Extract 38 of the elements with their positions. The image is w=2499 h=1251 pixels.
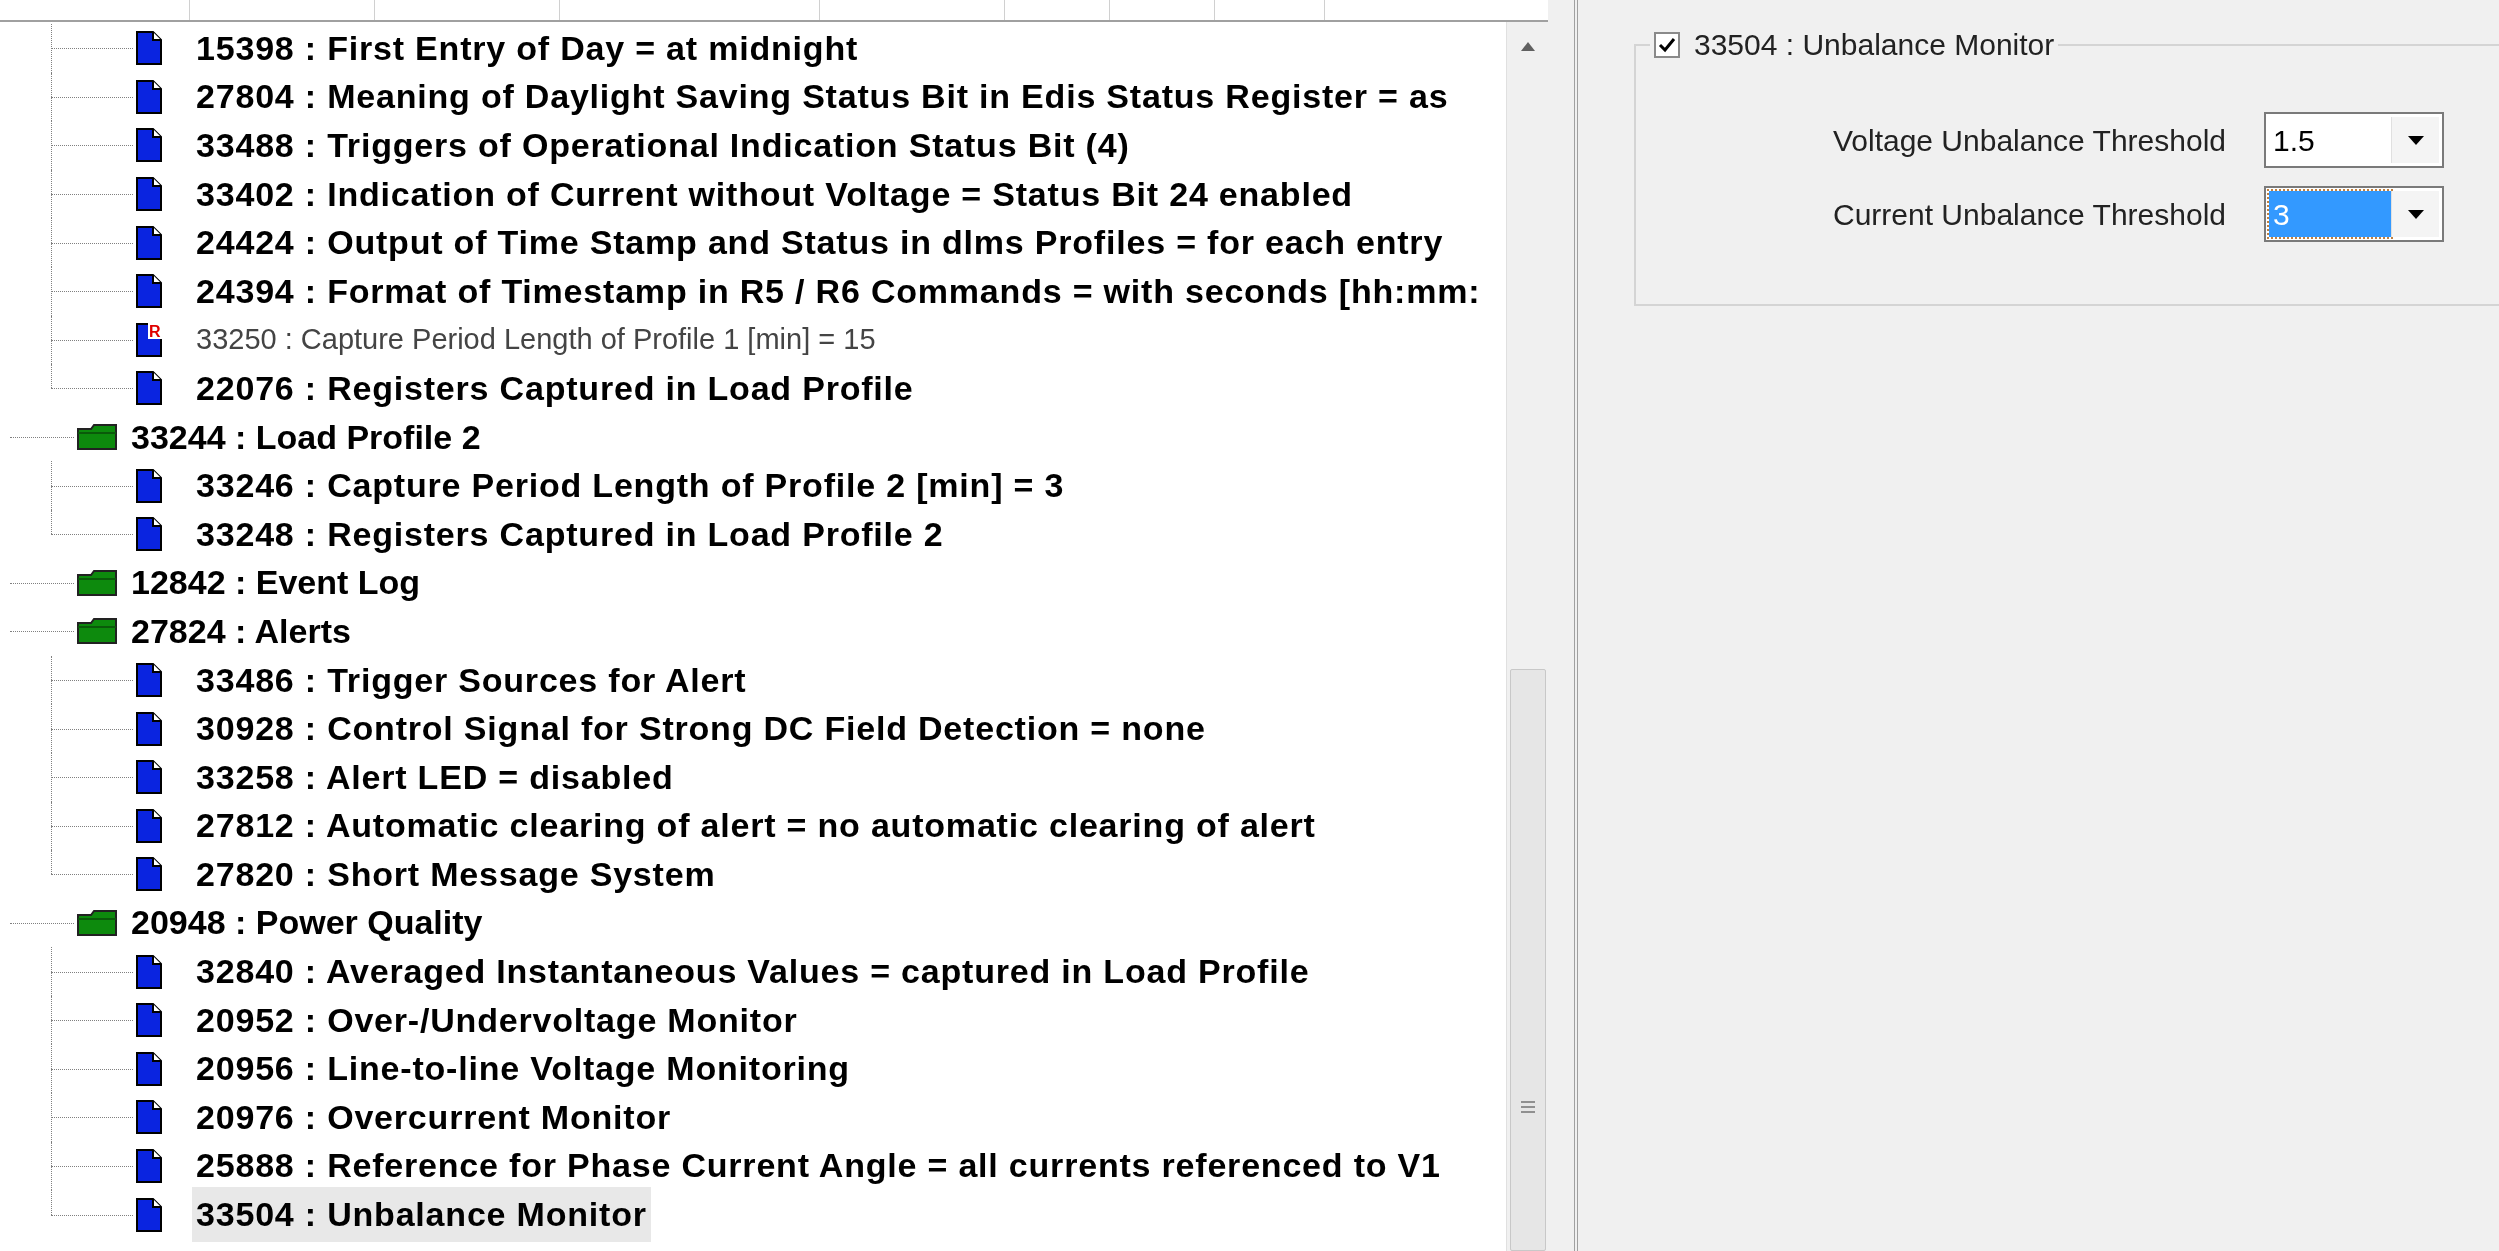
- document-icon: [136, 517, 162, 552]
- document-icon: [136, 663, 162, 697]
- document-icon: [136, 468, 162, 503]
- group-title: 33504 : Unbalance Monitor: [1694, 27, 2055, 63]
- folder-icon: [77, 424, 117, 451]
- folder-icon: [77, 569, 117, 596]
- folder-icon: [77, 910, 117, 936]
- document-icon: [136, 31, 162, 66]
- document-icon: [136, 1100, 162, 1135]
- document-icon: [136, 128, 162, 163]
- document-icon: [136, 711, 162, 746]
- document-icon: [136, 857, 162, 892]
- tree-item[interactable]: 33504 : Unbalance Monitor: [192, 1187, 651, 1243]
- grip-icon: [1520, 1100, 1535, 1114]
- field-label: Voltage Unbalance Threshold: [1831, 122, 2226, 159]
- document-icon: [136, 274, 162, 309]
- checkmark-icon: [1658, 36, 1676, 53]
- document-icon: [136, 760, 162, 795]
- document-icon: [136, 1148, 162, 1183]
- document-icon: [136, 808, 162, 843]
- document-icon: [136, 954, 162, 989]
- dropdown-arrow-icon[interactable]: [2407, 135, 2424, 145]
- document-badge-icon: R: [136, 322, 162, 357]
- document-icon: [136, 225, 162, 260]
- dropdown-arrow-icon[interactable]: [2407, 209, 2424, 219]
- combo-box[interactable]: 1.5: [2264, 112, 2444, 168]
- document-icon: [136, 1051, 162, 1086]
- document-icon: [136, 371, 162, 406]
- checkbox[interactable]: [1654, 31, 1680, 58]
- scroll-thumb[interactable]: [1509, 669, 1546, 1251]
- scroll-up-icon[interactable]: [1520, 42, 1535, 51]
- scrollbar[interactable]: [1506, 22, 1548, 1251]
- field-label: Current Unbalance Threshold: [1832, 196, 2226, 233]
- document-icon: [136, 79, 162, 114]
- document-icon: [136, 1003, 162, 1038]
- folder-icon: [77, 618, 117, 645]
- document-icon: [136, 177, 162, 212]
- document-icon: [136, 1197, 162, 1232]
